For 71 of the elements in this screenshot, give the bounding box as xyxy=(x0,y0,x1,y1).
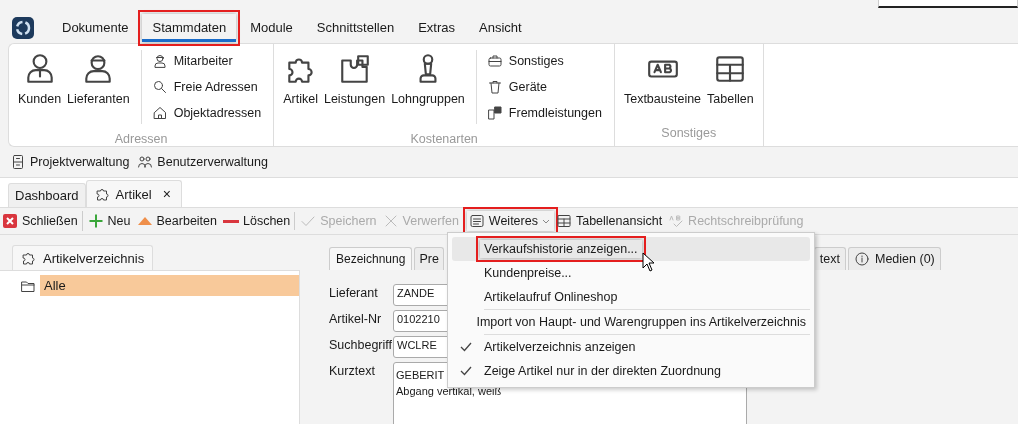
caret-icon xyxy=(541,217,550,225)
detail-tab[interactable]: Medien (0) xyxy=(848,247,941,270)
menu-item-label: Import von Haupt- und Warengruppen ins Artikelverzeichnis xyxy=(475,314,807,331)
menu-tab[interactable]: Extras xyxy=(408,13,465,42)
ribbon-button[interactable]: Kunden xyxy=(15,50,65,130)
spellcheck-icon xyxy=(668,213,685,229)
minus-icon xyxy=(223,219,239,223)
quick-access-button[interactable]: Benutzerverwaltung xyxy=(137,154,268,170)
worker-icon xyxy=(151,53,168,69)
toolbar-button[interactable]: Weiteres xyxy=(466,211,554,231)
search-icon xyxy=(151,79,168,95)
panel-tab[interactable]: Artikelverzeichnis xyxy=(12,245,154,270)
field-label: Lieferant xyxy=(329,285,379,300)
group-label: Sonstiges xyxy=(660,125,718,142)
info-icon xyxy=(854,251,870,267)
menu-item-label: Artikelaufruf Onlineshop xyxy=(483,289,619,306)
list-icon xyxy=(468,213,485,229)
quick-access-button[interactable]: Projektverwaltung xyxy=(10,154,130,170)
plus-icon xyxy=(87,213,104,229)
ribbon-button[interactable]: Sonstiges xyxy=(484,50,604,72)
document-tab[interactable]: Artikel × xyxy=(85,180,182,207)
field-label: Suchbegriff xyxy=(329,337,393,352)
menu-item-label: Artikelverzeichnis anzeigen xyxy=(483,339,637,356)
ribbon-button[interactable]: Artikel xyxy=(280,50,321,130)
menu-item[interactable]: Artikelverzeichnis anzeigen xyxy=(452,335,810,359)
close-button[interactable]: × xyxy=(162,186,171,202)
check-icon xyxy=(460,365,472,377)
toolbar-button[interactable]: Tabellenansicht xyxy=(553,211,667,231)
menu-tab[interactable]: Ansicht xyxy=(469,13,532,42)
menu-item-label: Zeige Artikel nur in der direkten Zuordnung xyxy=(483,363,722,380)
menu-tab[interactable]: Dokumente xyxy=(52,13,139,42)
ribbon-button[interactable]: Textbausteine xyxy=(620,50,705,124)
toolbox-icon xyxy=(486,53,503,69)
trash-icon xyxy=(486,79,503,95)
ribbon-button[interactable]: Tabellen xyxy=(704,50,757,124)
mouse-pointer-icon xyxy=(642,252,656,272)
menu-item[interactable]: Import von Haupt- und Warengruppen ins Artikelverzeichnis xyxy=(452,310,810,334)
toolbar-button[interactable]: Neu xyxy=(85,211,135,231)
toolbar-button[interactable]: Löschen xyxy=(221,212,296,230)
detail-tab[interactable]: Bezeichnung xyxy=(329,247,413,270)
menu-item[interactable]: Verkaufshistorie anzeigen... xyxy=(452,237,810,261)
toolbar-button[interactable]: Bearbeiten xyxy=(134,211,221,231)
ribbon-button[interactable]: Lohngruppen xyxy=(388,50,468,130)
toolbar-button[interactable]: Schließen xyxy=(0,211,83,231)
menu-item[interactable]: Artikelaufruf Onlineshop xyxy=(452,285,810,309)
cabinet-icon xyxy=(10,154,26,170)
ribbon-button[interactable]: Mitarbeiter xyxy=(149,50,264,72)
ribbon-button[interactable]: Leistungen xyxy=(320,50,389,130)
check-icon xyxy=(460,341,472,353)
people-icon xyxy=(137,154,154,170)
field-label: Kurztext xyxy=(329,363,376,378)
group-label: Adressen xyxy=(113,131,169,148)
ribbon-button[interactable]: Lieferanten xyxy=(64,50,133,130)
document-tab[interactable]: Dashboard xyxy=(8,183,86,207)
menu-item-label: Kundenpreise... xyxy=(483,265,573,282)
search-field[interactable] xyxy=(878,0,1018,8)
app-logo-icon xyxy=(12,16,34,39)
ribbon-button[interactable]: Fremdleistungen xyxy=(484,102,604,124)
tree-item[interactable]: Alle xyxy=(40,275,299,296)
menu-tab[interactable]: Schnittstellen xyxy=(306,13,405,42)
menu-item[interactable]: Kundenpreise... xyxy=(452,261,810,285)
ribbon-button[interactable]: Freie Adressen xyxy=(149,76,264,98)
house-icon xyxy=(151,105,168,121)
field-label: Artikel-Nr xyxy=(329,311,383,326)
detail-tab[interactable]: text xyxy=(813,247,846,270)
detail-tab[interactable]: Pre xyxy=(414,247,444,270)
ribbon-button[interactable]: Objektadressen xyxy=(149,102,264,124)
menu-tab[interactable]: Module xyxy=(240,13,303,42)
group-label: Kostenarten xyxy=(409,131,479,148)
table-icon xyxy=(555,213,572,229)
ribbon-button[interactable]: Geräte xyxy=(484,76,604,98)
